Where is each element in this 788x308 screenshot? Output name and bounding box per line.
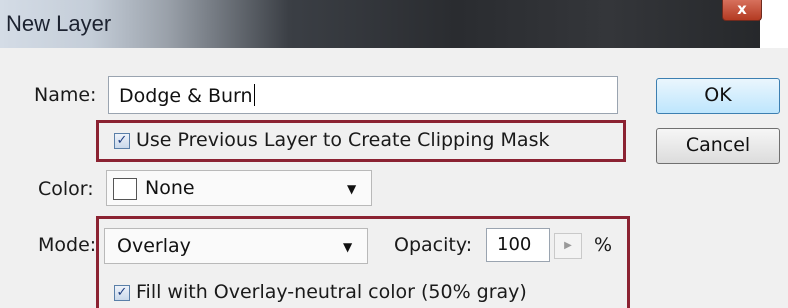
- chevron-right-icon: ▶: [564, 240, 572, 251]
- opacity-stepper-button[interactable]: ▶: [554, 233, 582, 259]
- color-select[interactable]: None ▼: [106, 170, 372, 206]
- clipping-mask-label[interactable]: Use Previous Layer to Create Clipping Ma…: [136, 129, 549, 151]
- chevron-down-icon: ▼: [343, 240, 353, 254]
- chevron-down-icon: ▼: [347, 182, 357, 196]
- cancel-button[interactable]: Cancel: [656, 128, 780, 164]
- title-bar: New Layer x: [0, 0, 762, 48]
- name-label: Name:: [34, 84, 97, 106]
- name-value: Dodge & Burn: [119, 84, 255, 107]
- mode-label: Mode:: [38, 234, 97, 256]
- mode-value: Overlay: [117, 235, 191, 257]
- ok-button[interactable]: OK: [656, 78, 780, 114]
- close-icon: x: [737, 0, 747, 18]
- clipping-mask-checkbox[interactable]: ✓: [114, 133, 130, 149]
- color-swatch: [113, 178, 137, 200]
- close-button[interactable]: x: [722, 0, 762, 21]
- text-caret: [253, 84, 255, 106]
- color-value: None: [145, 177, 195, 199]
- name-input[interactable]: Dodge & Burn: [108, 76, 618, 114]
- fill-neutral-label[interactable]: Fill with Overlay-neutral color (50% gra…: [136, 281, 527, 303]
- opacity-label: Opacity:: [394, 234, 473, 256]
- color-label: Color:: [38, 178, 94, 200]
- mode-select[interactable]: Overlay ▼: [104, 228, 368, 264]
- window-title: New Layer: [6, 11, 112, 36]
- opacity-unit: %: [594, 234, 613, 256]
- opacity-input[interactable]: 100: [486, 228, 550, 262]
- fill-neutral-checkbox[interactable]: ✓: [114, 285, 130, 301]
